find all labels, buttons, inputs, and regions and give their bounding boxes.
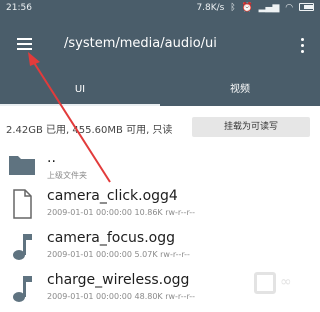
tab-ui[interactable]: UI <box>0 74 160 106</box>
hamburger-menu-icon[interactable] <box>12 32 36 56</box>
more-vertical-icon[interactable] <box>296 34 308 58</box>
bluetooth-icon: ᛒ <box>230 3 236 13</box>
file-meta: 2009-01-01 00:00:00 5.07K rw-r--r-- <box>47 250 190 259</box>
file-name: camera_click.ogg4 <box>47 188 178 204</box>
wifi-icon: ◠ <box>285 3 294 13</box>
file-name: .. <box>47 150 56 166</box>
tab-bar: UI 视频 <box>0 74 320 106</box>
watermark-logo: ∞ <box>254 266 314 306</box>
status-icons: 7.8K/s ᛒ ⏰ ▂▄▆ ◠ <box>193 3 314 13</box>
file-meta: 上级文件夹 <box>47 171 87 180</box>
status-time: 21:56 <box>6 3 32 13</box>
list-item-camera-focus[interactable]: camera_focus.ogg 2009-01-01 00:00:00 5.0… <box>0 226 320 268</box>
toolbar: /system/media/audio/ui <box>0 18 320 74</box>
status-bar: 21:56 7.8K/s ᛒ ⏰ ▂▄▆ ◠ <box>0 0 320 18</box>
signal-icon: ▂▄▆ <box>258 3 280 13</box>
file-meta: 2009-01-01 00:00:00 48.80K rw-r--r-- <box>47 292 196 301</box>
file-name: camera_focus.ogg <box>47 230 176 246</box>
network-speed: 7.8K/s <box>196 3 225 13</box>
file-meta: 2009-01-01 00:00:00 10.86K rw-r--r-- <box>47 208 196 217</box>
tab-video[interactable]: 视频 <box>160 74 320 106</box>
file-name: charge_wireless.ogg <box>47 272 190 288</box>
file-icon <box>8 188 36 219</box>
current-path-title: /system/media/audio/ui <box>64 36 217 51</box>
alarm-icon: ⏰ <box>241 3 253 13</box>
folder-icon <box>8 150 36 180</box>
storage-summary: 2.42GB 已用, 455.60MB 可用, 只读 <box>6 125 173 136</box>
remount-read-write-button[interactable]: 挂载为可读写 <box>192 117 310 137</box>
music-note-icon <box>8 272 36 302</box>
list-item-parent-folder[interactable]: .. 上级文件夹 <box>0 146 320 184</box>
storage-info-bar: 2.42GB 已用, 455.60MB 可用, 只读 挂载为可读写 <box>0 112 320 142</box>
music-note-icon <box>8 230 36 260</box>
app-header: 21:56 7.8K/s ᛒ ⏰ ▂▄▆ ◠ /system/media/aud… <box>0 0 320 106</box>
list-item-camera-click[interactable]: camera_click.ogg4 2009-01-01 00:00:00 10… <box>0 184 320 226</box>
battery-icon <box>299 3 314 11</box>
